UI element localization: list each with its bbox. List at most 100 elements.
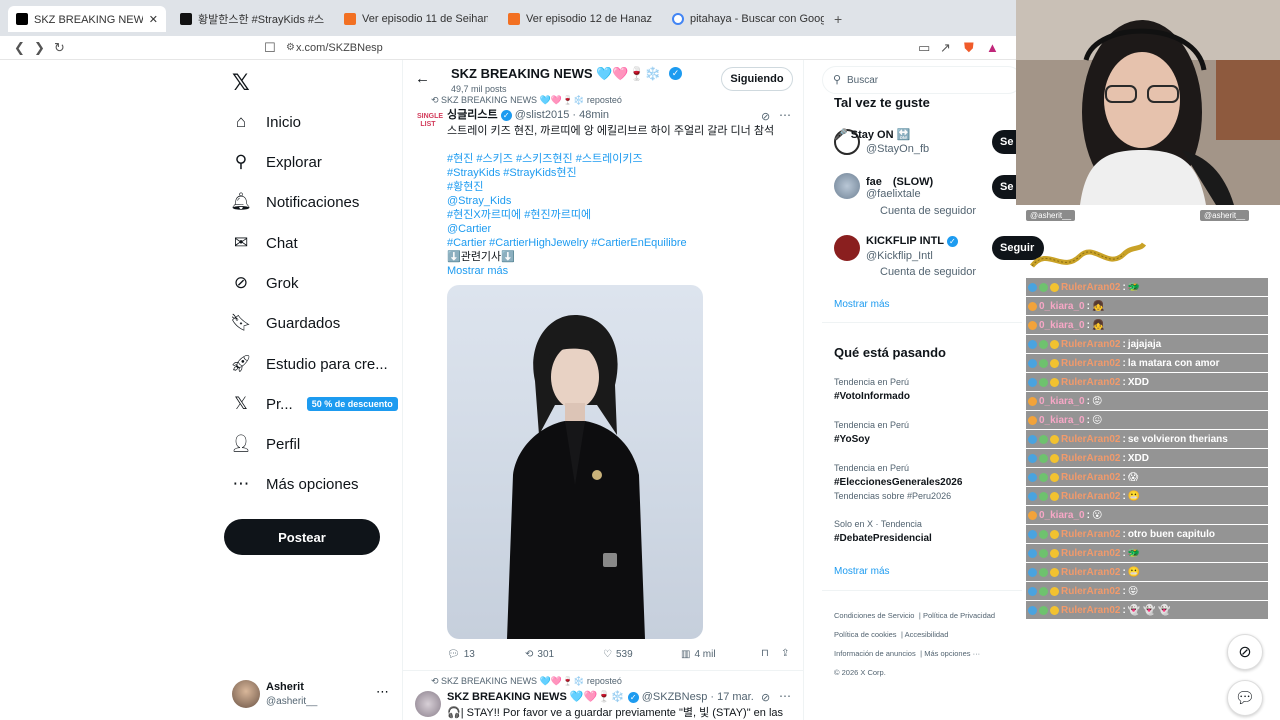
grok-icon[interactable]: ⊘: [761, 691, 770, 704]
cast-icon[interactable]: ▭: [918, 40, 930, 56]
trend-item[interactable]: Tendencia en Perú #YoSoy: [834, 420, 909, 445]
mention-line[interactable]: @Cartier: [447, 222, 787, 236]
tweet-photo[interactable]: [447, 285, 703, 639]
sidebar-item-notificaciones[interactable]: 🔔︎ Notificaciones: [230, 184, 359, 220]
suggestion-name[interactable]: fae (SLOW): [866, 173, 933, 189]
show-more-link[interactable]: Mostrar más: [447, 264, 787, 278]
back-icon[interactable]: ❮: [14, 40, 25, 56]
browser-tab-bar: SKZ BREAKING NEWS 🩵🩷🍷❄️ ( ✕ 황발한스한 #Stray…: [0, 0, 1016, 36]
url-field[interactable]: x.com/SKZBNesp: [296, 42, 383, 54]
hashtag-line[interactable]: #황현진: [447, 180, 787, 194]
footer-link[interactable]: Condiciones de Servicio: [834, 611, 914, 620]
chat-badge-icon: [1028, 529, 1037, 539]
tab-title: SKZ BREAKING NEWS 🩵🩷🍷❄️ (: [34, 13, 143, 26]
chat-separator: :: [1086, 319, 1090, 331]
sidebar-item-guardados[interactable]: 🔖︎ Guardados: [230, 305, 340, 341]
trend-item[interactable]: Tendencia en Perú #VotoInformado: [834, 377, 910, 402]
chat-text: 🐲: [1127, 547, 1141, 559]
chat-text: XDD: [1127, 376, 1149, 388]
brave-shield-icon[interactable]: ⛊: [964, 40, 974, 56]
site-info-icon[interactable]: ⚙: [286, 42, 295, 53]
tweet-avatar[interactable]: [415, 691, 441, 717]
trend-item[interactable]: Solo en X · Tendencia #DebatePresidencia…: [834, 519, 932, 544]
browser-tab[interactable]: SKZ BREAKING NEWS 🩵🩷🍷❄️ ( ✕: [8, 6, 166, 32]
x-logo-icon[interactable]: 𝕏: [232, 70, 250, 96]
footer-link[interactable]: Política de cookies: [834, 630, 897, 639]
heart-icon: ♡: [603, 649, 612, 660]
sidebar-item-premium[interactable]: 𝕏 Pr... 50 % de descuento: [230, 386, 398, 422]
hashtag-line[interactable]: #현진 #스키즈 #스키즈현진 #스트레이키즈: [447, 152, 787, 166]
avatar[interactable]: [834, 173, 860, 199]
tweet-author[interactable]: 싱글리스트: [447, 109, 498, 121]
footer-link[interactable]: Accesibilidad: [905, 630, 949, 639]
account-switcher[interactable]: Asherit @asherit__ ⋯: [232, 680, 392, 710]
more-icon[interactable]: ⋯: [376, 684, 389, 700]
post-button[interactable]: Postear: [224, 519, 380, 555]
show-more-link[interactable]: Mostrar más: [834, 566, 890, 577]
show-more-link[interactable]: Mostrar más: [834, 299, 890, 310]
footer-link[interactable]: Política de Privacidad: [923, 611, 995, 620]
footer-link[interactable]: Más opciones ···: [924, 649, 980, 658]
sidebar-item-perfil[interactable]: 👤︎ Perfil: [230, 426, 300, 462]
chat-badge-icon: [1050, 567, 1059, 577]
search-box[interactable]: ⚲ Buscar: [822, 66, 1022, 94]
back-arrow-icon[interactable]: ←: [415, 70, 430, 87]
divider: [403, 670, 803, 671]
sidebar-item-estudio[interactable]: 🚀︎ Estudio para cre...: [230, 346, 388, 382]
close-tab-icon[interactable]: ✕: [149, 13, 158, 26]
trend-name: #VotoInformado: [834, 391, 910, 402]
share-icon[interactable]: ⇪: [781, 648, 789, 659]
chat-badge-icon: [1028, 396, 1037, 406]
browser-tab[interactable]: Ver episodio 11 de Seihantai na Kimi: [336, 6, 496, 32]
rewards-icon[interactable]: ▲: [986, 40, 999, 55]
avatar[interactable]: [834, 235, 860, 261]
suggestion-name-text[interactable]: KICKFLIP INTL: [866, 235, 944, 247]
sidebar-item-label: Explorar: [266, 153, 322, 171]
reload-icon[interactable]: ↻: [54, 40, 65, 56]
tab-title: 황발한스한 #StrayKids #스트레이키즈: [198, 14, 324, 26]
chat-message: 0_kiara_0 : 👧: [1026, 297, 1268, 315]
chat-floating-button[interactable]: 💬︎: [1227, 680, 1263, 716]
hashtag-line[interactable]: #StrayKids #StrayKids현진: [447, 166, 787, 180]
new-tab-icon[interactable]: +: [834, 11, 842, 27]
more-icon[interactable]: ⋯: [779, 108, 791, 122]
tweet-avatar[interactable]: SINGLE LIST: [417, 110, 443, 132]
chat-text: 😬: [1127, 566, 1141, 578]
more-icon[interactable]: ⋯: [779, 689, 791, 703]
sidebar-item-explorar[interactable]: ⚲ Explorar: [230, 144, 322, 180]
like-action[interactable]: ♡ 539: [603, 649, 633, 660]
sidebar-item-inicio[interactable]: ⌂ Inicio: [230, 104, 301, 140]
trend-extra: Tendencias sobre #Peru2026: [834, 491, 952, 501]
footer-link[interactable]: Información de anuncios: [834, 649, 916, 658]
sidebar-item-chat[interactable]: ✉ Chat: [230, 225, 298, 261]
chat-text: 😡: [1091, 395, 1103, 407]
chat-text: 👧: [1091, 300, 1105, 312]
repost-text: SKZ BREAKING NEWS 🩵🩷🍷❄️ reposteó: [441, 95, 622, 105]
sidebar-item-mas-opciones[interactable]: ⋯ Más opciones: [230, 466, 359, 502]
views-action[interactable]: ▥ 4 mil: [681, 649, 716, 660]
browser-tab[interactable]: pitahaya - Buscar con Google: [664, 6, 824, 32]
x-favicon-icon: [16, 13, 28, 25]
hashtag-line[interactable]: #현진X까르띠에 #현진까르띠에: [447, 208, 787, 222]
reply-action[interactable]: 💬︎ 13: [447, 649, 475, 660]
follower-account-label: Cuenta de seguidor: [880, 205, 977, 217]
tweet-author[interactable]: SKZ BREAKING NEWS 🩵🩷🍷❄️: [447, 691, 625, 703]
browser-tab[interactable]: 황발한스한 #StrayKids #스트레이키즈: [172, 6, 332, 32]
grok-floating-button[interactable]: ⊘: [1227, 634, 1263, 670]
suggestion-name[interactable]: 🎤 Stay ON 🔛: [834, 128, 910, 141]
mention-line[interactable]: @Stray_Kids: [447, 194, 787, 208]
grok-icon[interactable]: ⊘: [761, 110, 770, 123]
hashtag-line[interactable]: #Cartier #CartierHighJewelry #CartierEnE…: [447, 236, 787, 250]
retweet-icon: ⟲: [525, 649, 534, 660]
trend-item[interactable]: Tendencia en Perú #EleccionesGenerales20…: [834, 463, 962, 501]
browser-tab[interactable]: Ver episodio 12 de Hanazakari no Kimi: [500, 6, 660, 32]
forward-icon[interactable]: ❯: [34, 40, 45, 56]
share-icon[interactable]: ↗: [940, 40, 951, 56]
following-button[interactable]: Siguiendo: [721, 67, 793, 91]
more-icon: ⋯: [232, 474, 250, 493]
bookmark-page-icon[interactable]: ☐: [264, 40, 276, 56]
sidebar-item-grok[interactable]: ⊘ Grok: [230, 265, 299, 301]
retweet-action[interactable]: ⟲ 301: [525, 649, 554, 660]
bookmark-icon[interactable]: ⊓: [761, 648, 769, 659]
chat-badge-icon: [1039, 548, 1048, 558]
